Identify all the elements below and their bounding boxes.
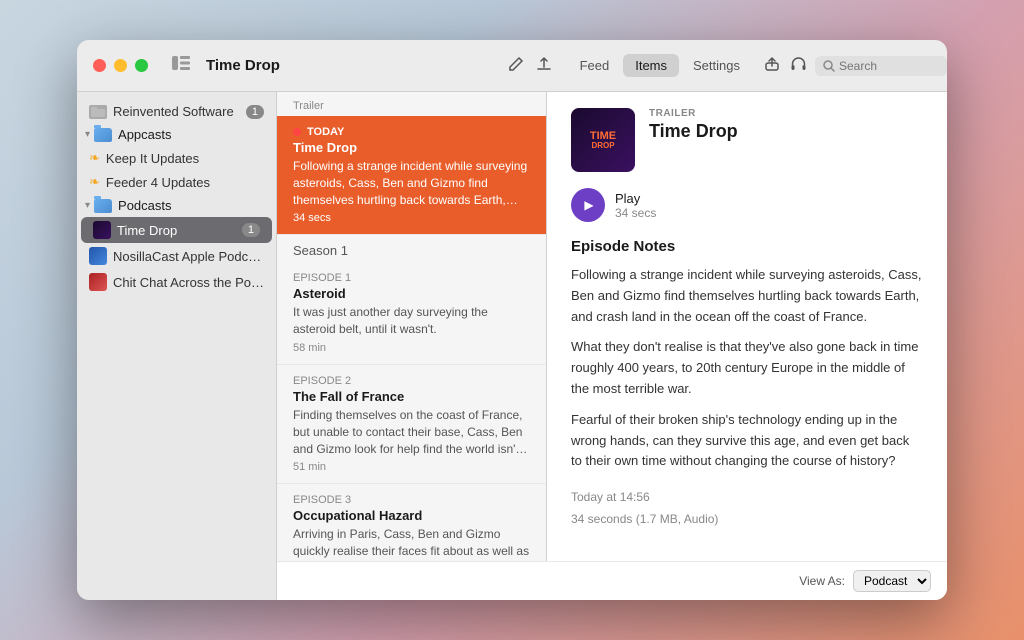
timedrop-artwork (93, 221, 111, 239)
sidebar-item-feeder[interactable]: ❧ Feeder 4 Updates (77, 170, 276, 194)
view-as-select[interactable]: Podcast (853, 570, 931, 592)
folder-icon-2 (94, 199, 112, 213)
episode-3[interactable]: EPISODE 3 Occupational Hazard Arriving i… (277, 484, 546, 561)
detail-title-area: TRAILER Time Drop (649, 108, 923, 142)
episode-notes-title: Episode Notes (571, 238, 923, 255)
play-row: Play 34 secs (571, 188, 923, 222)
detail-trailer-label: TRAILER (649, 108, 923, 119)
episode-notes-para1: Following a strange incident while surve… (571, 265, 923, 327)
play-label: Play (615, 191, 656, 206)
main-window: Time Drop Feed Items Settings (77, 40, 947, 600)
trailer-title: Time Drop (293, 140, 530, 155)
ep1-title: Asteroid (293, 286, 530, 301)
ep3-desc: Arriving in Paris, Cass, Ben and Gizmo q… (293, 526, 530, 561)
unread-dot (293, 128, 301, 136)
episode-notes-para3: Fearful of their broken ship's technolog… (571, 410, 923, 472)
artwork-inner: TIME DROP (571, 108, 635, 172)
trailer-duration: 34 secs (293, 212, 530, 224)
sidebar-group-podcasts[interactable]: ▾ Podcasts (77, 194, 276, 217)
ep2-desc: Finding themselves on the coast of Franc… (293, 407, 530, 457)
headphones-icon[interactable] (790, 56, 807, 76)
nosilla-label: NosillaCast Apple Podc… (113, 249, 264, 264)
minimize-button[interactable] (114, 59, 127, 72)
tab-feed[interactable]: Feed (568, 54, 622, 77)
sidebar-item-nosilla[interactable]: NosillaCast Apple Podc… (77, 243, 276, 269)
view-as-label: View As: (799, 574, 845, 588)
search-icon (823, 60, 835, 72)
podcasts-label: Podcasts (118, 198, 171, 213)
titlebar: Time Drop Feed Items Settings (77, 40, 947, 92)
maximize-button[interactable] (135, 59, 148, 72)
episode-2[interactable]: EPISODE 2 The Fall of France Finding the… (277, 365, 546, 484)
rss-icon: ❧ (89, 150, 100, 166)
reinvented-label: Reinvented Software (113, 104, 246, 119)
ep3-title: Occupational Hazard (293, 508, 530, 523)
sidebar: Reinvented Software 1 ▾ Appcasts ❧ Keep … (77, 92, 277, 600)
appcasts-label: Appcasts (118, 127, 171, 142)
close-button[interactable] (93, 59, 106, 72)
rss-icon-2: ❧ (89, 174, 100, 190)
tab-bar: Feed Items Settings (568, 54, 752, 77)
today-badge: TODAY (293, 126, 530, 138)
episode-notes-para2: What they don't realise is that they've … (571, 337, 923, 399)
ep2-title: The Fall of France (293, 389, 530, 404)
ep3-number: EPISODE 3 (293, 494, 530, 506)
ep1-desc: It was just another day surveying the as… (293, 304, 530, 338)
sidebar-group-appcasts[interactable]: ▾ Appcasts (77, 123, 276, 146)
play-info: Play 34 secs (615, 191, 656, 220)
detail-artwork: TIME DROP (571, 108, 635, 172)
content-area: Trailer TODAY Time Drop Following a stra… (277, 92, 947, 561)
reinvented-badge: 1 (246, 105, 264, 119)
titlebar-icons (764, 56, 807, 76)
play-button[interactable] (571, 188, 605, 222)
sidebar-item-keepit[interactable]: ❧ Keep It Updates (77, 146, 276, 170)
episode-1[interactable]: EPISODE 1 Asteroid It was just another d… (277, 262, 546, 365)
trailer-desc: Following a strange incident while surve… (293, 158, 530, 208)
search-box[interactable] (815, 56, 947, 76)
chevron-down-icon: ▾ (85, 129, 90, 140)
episode-meta-date: Today at 14:56 (571, 490, 923, 504)
sidebar-detail-wrapper: Trailer TODAY Time Drop Following a stra… (277, 92, 947, 600)
ep1-number: EPISODE 1 (293, 272, 530, 284)
play-duration: 34 secs (615, 206, 656, 220)
today-label: TODAY (307, 126, 344, 138)
sidebar-toggle-icon[interactable] (172, 56, 190, 75)
sidebar-item-timedrop[interactable]: Time Drop 1 (81, 217, 272, 243)
main-content: Reinvented Software 1 ▾ Appcasts ❧ Keep … (77, 92, 947, 600)
titlebar-actions (508, 56, 552, 76)
detail-panel: TIME DROP TRAILER Time Drop Play (547, 92, 947, 561)
view-as-bar: View As: Podcast (277, 561, 947, 600)
episode-meta-size: 34 seconds (1.7 MB, Audio) (571, 512, 923, 526)
ep2-duration: 51 min (293, 461, 530, 473)
detail-title: Time Drop (649, 121, 923, 142)
trailer-header: Trailer (277, 92, 546, 116)
chevron-down-icon-2: ▾ (85, 200, 90, 211)
episode-trailer[interactable]: TODAY Time Drop Following a strange inci… (277, 116, 546, 235)
reinvented-icon (89, 105, 107, 119)
season-header: Season 1 (277, 235, 546, 262)
titlebar-middle: Time Drop (190, 56, 568, 76)
upload-icon[interactable] (536, 56, 552, 76)
detail-header: TIME DROP TRAILER Time Drop (571, 108, 923, 172)
ep1-duration: 58 min (293, 342, 530, 354)
nosilla-artwork (89, 247, 107, 265)
sidebar-item-chitchat[interactable]: Chit Chat Across the Po… (77, 269, 276, 295)
edit-icon[interactable] (508, 56, 524, 76)
chitchat-label: Chit Chat Across the Po… (113, 275, 264, 290)
timedrop-label: Time Drop (117, 223, 242, 238)
tab-settings[interactable]: Settings (681, 54, 752, 77)
ep2-number: EPISODE 2 (293, 375, 530, 387)
chitchat-artwork (89, 273, 107, 291)
sidebar-item-reinvented[interactable]: Reinvented Software 1 (77, 100, 276, 123)
feeder-label: Feeder 4 Updates (106, 175, 264, 190)
keepit-label: Keep It Updates (106, 151, 264, 166)
traffic-lights (77, 59, 164, 72)
share-icon[interactable] (764, 56, 780, 76)
window-title: Time Drop (206, 57, 280, 74)
timedrop-badge: 1 (242, 223, 260, 237)
search-input[interactable] (839, 59, 939, 73)
folder-icon (94, 128, 112, 142)
episode-list: Trailer TODAY Time Drop Following a stra… (277, 92, 547, 561)
tab-items[interactable]: Items (623, 54, 679, 77)
